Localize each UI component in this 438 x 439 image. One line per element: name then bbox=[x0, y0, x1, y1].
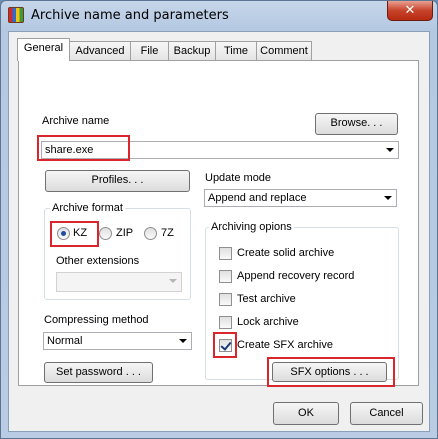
chevron-down-icon[interactable] bbox=[169, 279, 177, 283]
highlight-sfx-options bbox=[267, 357, 395, 387]
archiving-options-label: Archiving opions bbox=[209, 221, 294, 233]
dialog-client: General Advanced File Backup Time Commen… bbox=[8, 31, 430, 432]
tab-label: Backup bbox=[173, 45, 211, 57]
close-icon: ✕ bbox=[404, 2, 416, 17]
title-bar[interactable]: Archive name and parameters ✕ bbox=[1, 1, 437, 31]
compressing-method-label: Compressing method bbox=[44, 314, 149, 326]
archive-format-label: Archive format bbox=[50, 202, 125, 214]
radio-zip[interactable] bbox=[99, 227, 112, 240]
radio-7z-label: 7Z bbox=[161, 227, 174, 239]
tab-file[interactable]: File bbox=[130, 41, 169, 60]
tab-label: Time bbox=[223, 45, 249, 57]
tab-label: File bbox=[140, 45, 159, 57]
chevron-down-icon[interactable] bbox=[179, 339, 187, 343]
other-extensions-label: Other extensions bbox=[56, 255, 140, 267]
compressing-method-select[interactable]: Normal bbox=[43, 332, 192, 350]
test-archive-checkbox[interactable] bbox=[219, 293, 232, 306]
browse-button[interactable]: Browse. . . bbox=[315, 113, 398, 135]
create-sfx-archive-label: Create SFX archive bbox=[237, 339, 333, 351]
highlight-create-sfx bbox=[213, 332, 237, 358]
close-button[interactable]: ✕ bbox=[387, 1, 433, 21]
append-recovery-record-checkbox[interactable] bbox=[219, 270, 232, 283]
create-solid-archive-label: Create solid archive bbox=[237, 247, 335, 259]
tab-general[interactable]: General bbox=[17, 38, 70, 61]
tab-label: Advanced bbox=[75, 45, 125, 57]
tab-time[interactable]: Time bbox=[215, 41, 257, 60]
lock-archive-checkbox[interactable] bbox=[219, 316, 232, 329]
other-extensions-select[interactable] bbox=[56, 272, 182, 292]
highlight-kz bbox=[50, 221, 99, 247]
tab-backup[interactable]: Backup bbox=[168, 41, 216, 60]
radio-zip-label: ZIP bbox=[116, 227, 134, 239]
ok-button[interactable]: OK bbox=[273, 402, 339, 425]
radio-7z[interactable] bbox=[144, 227, 157, 240]
highlight-archive-name bbox=[37, 135, 130, 161]
update-mode-value: Append and replace bbox=[208, 192, 307, 204]
general-tab-panel: Archive name Browse. . . share.exe Profi… bbox=[18, 60, 419, 387]
tab-label: General bbox=[23, 42, 64, 54]
profiles-button[interactable]: Profiles. . . bbox=[45, 170, 190, 192]
set-password-button[interactable]: Set password . . . bbox=[44, 362, 153, 383]
update-mode-select[interactable]: Append and replace bbox=[204, 189, 397, 207]
archiver-app-icon bbox=[8, 7, 24, 23]
archive-name-label: Archive name bbox=[42, 115, 110, 127]
cancel-button[interactable]: Cancel bbox=[350, 402, 423, 425]
tab-label: Comment bbox=[260, 45, 308, 57]
tab-advanced[interactable]: Advanced bbox=[69, 41, 131, 60]
compressing-method-value: Normal bbox=[47, 335, 83, 347]
append-recovery-record-label: Append recovery record bbox=[237, 270, 355, 282]
window-title: Archive name and parameters bbox=[31, 8, 229, 23]
tab-comment[interactable]: Comment bbox=[256, 41, 312, 60]
chevron-down-icon[interactable] bbox=[386, 148, 394, 152]
chevron-down-icon[interactable] bbox=[384, 196, 392, 200]
test-archive-label: Test archive bbox=[237, 293, 296, 305]
create-solid-archive-checkbox[interactable] bbox=[219, 247, 232, 260]
update-mode-label: Update mode bbox=[205, 172, 272, 184]
lock-archive-label: Lock archive bbox=[237, 316, 299, 328]
dialog-window: Archive name and parameters ✕ General Ad… bbox=[0, 0, 438, 439]
